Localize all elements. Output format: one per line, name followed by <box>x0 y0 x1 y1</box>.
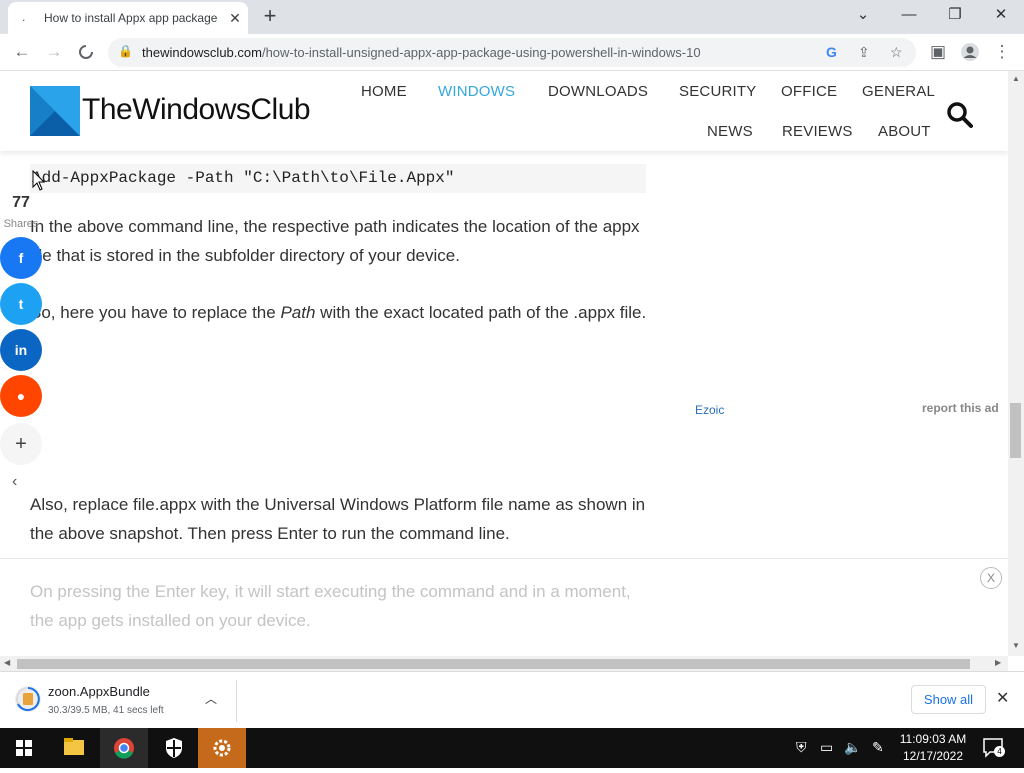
tab-favicon: . <box>22 10 26 24</box>
report-ad-link[interactable]: report this ad <box>922 401 999 415</box>
browser-menu-icon[interactable]: ⋮ <box>989 39 1015 65</box>
nav-office[interactable]: OFFICE <box>781 83 837 100</box>
security-tray-icon[interactable]: ⛨ <box>796 739 807 756</box>
windows-taskbar: ⛨ ▭ 🔈 ✎ 11:09:03 AM 12/17/2022 4 <box>0 728 1024 768</box>
share-page-icon[interactable]: ⇪ <box>858 44 870 61</box>
ezoic-ad-image[interactable]: Ezoic <box>695 403 724 417</box>
notification-count: 4 <box>994 746 1005 757</box>
article-paragraph-4: On pressing the Enter key, it will start… <box>30 582 631 630</box>
tab-title: How to install Appx app package <box>44 11 218 25</box>
twitter-share-icon[interactable]: t <box>0 283 42 325</box>
collapse-share-icon[interactable]: ‹ <box>12 473 17 491</box>
address-bar[interactable]: 🔒 thewindowsclub.com/how-to-install-unsi… <box>108 38 916 67</box>
site-header: TheWindowsClub HOME WINDOWS DOWNLOADS SE… <box>0 71 1008 151</box>
nav-windows[interactable]: WINDOWS <box>438 83 515 100</box>
scroll-right-icon[interactable]: ▶ <box>995 658 1001 667</box>
close-shelf-icon[interactable]: ✕ <box>996 688 1009 708</box>
article-paragraph-3: Also, replace file.appx with the Univers… <box>30 495 646 543</box>
show-all-button[interactable]: Show all <box>911 685 986 714</box>
forward-icon[interactable]: → <box>41 39 67 65</box>
more-share-icon[interactable]: + <box>0 423 42 465</box>
volume-tray-icon[interactable]: 🔈 <box>844 739 861 756</box>
tab-search-icon[interactable]: ⌄ <box>843 4 883 28</box>
clock-time[interactable]: 11:09:03 AM <box>888 732 978 746</box>
tab-close-icon[interactable]: ✕ <box>226 9 244 27</box>
share-count: 77 <box>12 194 30 211</box>
back-icon[interactable]: ← <box>9 39 35 65</box>
tab-strip: . How to install Appx app package ✕ + ⌄ … <box>0 0 1024 34</box>
nav-general[interactable]: GENERAL <box>862 83 935 100</box>
maximize-icon[interactable]: ❐ <box>935 4 975 28</box>
browser-toolbar: ← → 🔒 thewindowsclub.com/how-to-install-… <box>0 34 1024 71</box>
windows-security-icon[interactable] <box>150 728 198 768</box>
site-logo-icon[interactable] <box>30 86 80 136</box>
reddit-share-icon[interactable]: ● <box>0 375 42 417</box>
nav-security[interactable]: SECURITY <box>679 83 756 100</box>
download-status: 30.3/39.5 MB, 41 secs left <box>48 705 164 716</box>
vertical-scrollbar[interactable] <box>1008 71 1024 656</box>
nav-about[interactable]: ABOUT <box>878 123 931 140</box>
linkedin-share-icon[interactable]: in <box>0 329 42 371</box>
para2-text-a: So, here you have to replace the <box>30 303 281 322</box>
clock-date[interactable]: 12/17/2022 <box>888 749 978 763</box>
article-paragraph-2: So, here you have to replace the Path wi… <box>30 298 650 327</box>
chevron-up-icon[interactable]: ︿ <box>205 690 217 707</box>
url-domain: thewindowsclub.com <box>142 45 262 60</box>
settings-taskbar-icon[interactable] <box>198 728 246 768</box>
download-progress-icon[interactable] <box>15 686 41 712</box>
nav-home[interactable]: HOME <box>361 83 407 100</box>
lock-icon[interactable]: 🔒 <box>118 44 133 58</box>
side-panel-icon[interactable]: ▣ <box>925 39 951 65</box>
pen-tray-icon[interactable]: ✎ <box>872 739 884 756</box>
article-paragraph-1: In the above command line, the respectiv… <box>30 217 640 265</box>
window-close-icon[interactable]: ✕ <box>981 4 1021 28</box>
nav-news[interactable]: NEWS <box>707 123 753 140</box>
shelf-divider <box>236 680 237 722</box>
download-file-name[interactable]: zoon.AppxBundle <box>48 684 150 699</box>
new-tab-icon[interactable]: + <box>258 5 282 29</box>
scroll-down-icon[interactable]: ▼ <box>1012 641 1020 650</box>
vertical-scroll-thumb[interactable] <box>1010 403 1021 458</box>
nav-downloads[interactable]: DOWNLOADS <box>548 83 648 100</box>
para2-text-b: with the exact located path of the .appx… <box>315 303 647 322</box>
browser-tab[interactable]: . How to install Appx app package ✕ <box>8 2 248 34</box>
scroll-left-icon[interactable]: ◀ <box>4 658 10 667</box>
bookmark-star-icon[interactable]: ☆ <box>890 44 903 61</box>
url-text: thewindowsclub.com/how-to-install-unsign… <box>142 45 701 60</box>
nav-reviews[interactable]: REVIEWS <box>782 123 853 140</box>
facebook-share-icon[interactable]: f <box>0 237 42 279</box>
mouse-cursor-icon <box>32 170 46 191</box>
code-block: Add-AppxPackage -Path "C:\Path\to\File.A… <box>30 164 646 193</box>
site-logo-text[interactable]: TheWindowsClub <box>82 93 311 127</box>
horizontal-scroll-thumb[interactable] <box>17 659 970 669</box>
stop-loading-icon[interactable] <box>73 39 99 65</box>
network-tray-icon[interactable]: ▭ <box>820 739 833 756</box>
chrome-taskbar-icon[interactable] <box>100 728 148 768</box>
share-label: Shares <box>3 218 39 230</box>
sticky-ad-overlay: On pressing the Enter key, it will start… <box>0 558 1008 656</box>
search-icon[interactable] <box>946 101 974 129</box>
download-shelf: zoon.AppxBundle 30.3/39.5 MB, 41 secs le… <box>0 671 1024 728</box>
minimize-icon[interactable]: — <box>889 4 929 28</box>
web-page: TheWindowsClub HOME WINDOWS DOWNLOADS SE… <box>0 71 1008 656</box>
scroll-up-icon[interactable]: ▲ <box>1012 74 1020 83</box>
profile-avatar-icon[interactable] <box>957 39 983 65</box>
notification-center-icon[interactable]: 4 <box>982 737 1006 759</box>
url-path: /how-to-install-unsigned-appx-app-packag… <box>261 45 701 60</box>
file-explorer-icon[interactable] <box>50 728 98 768</box>
start-button[interactable] <box>0 728 48 768</box>
sticky-ad-close-button[interactable]: X <box>980 567 1002 589</box>
google-translate-icon[interactable]: G <box>826 44 837 60</box>
para2-italic: Path <box>280 303 316 322</box>
